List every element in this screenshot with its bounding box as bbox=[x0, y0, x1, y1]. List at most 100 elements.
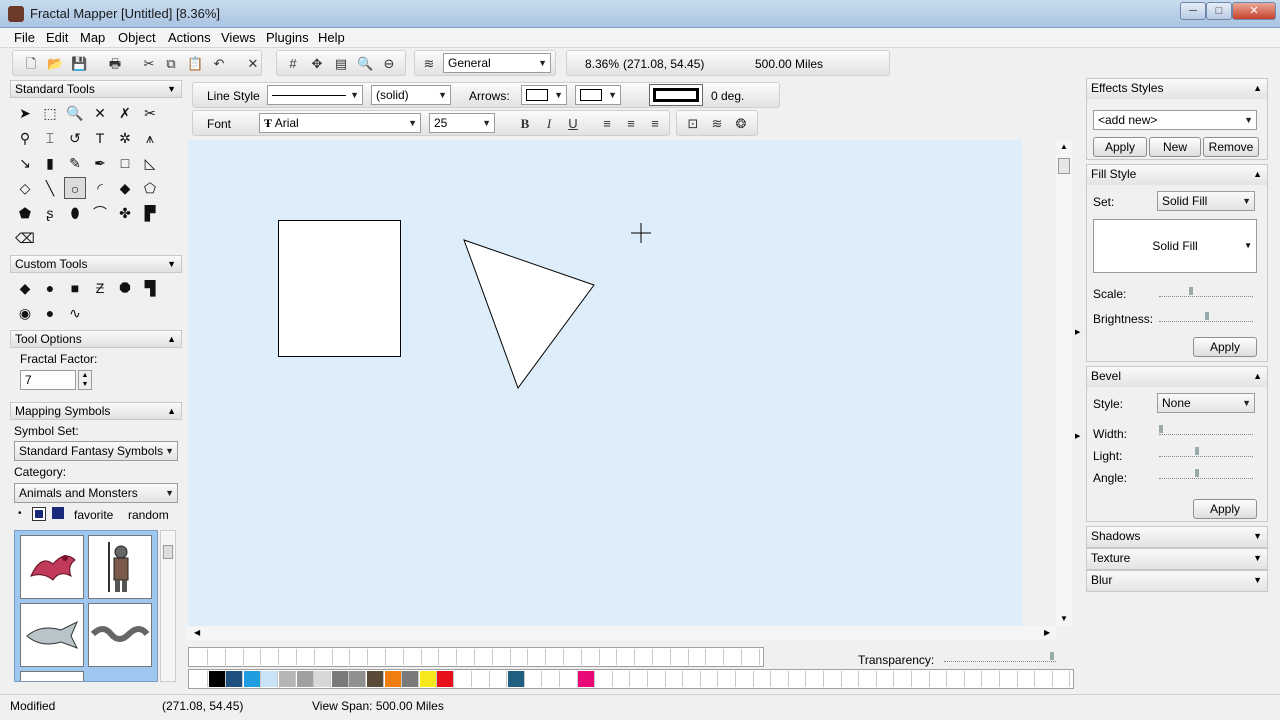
color-swatch[interactable] bbox=[595, 671, 613, 687]
canvas-vertical-scrollbar[interactable]: ▲ ▼ bbox=[1056, 140, 1072, 626]
marquee-tool[interactable]: ⬚ bbox=[39, 102, 61, 124]
texture-header[interactable]: Texture ▼ bbox=[1087, 549, 1267, 569]
color-swatch[interactable] bbox=[666, 671, 684, 687]
fill-set-select[interactable]: Solid Fill ▼ bbox=[1157, 191, 1255, 211]
back-icon[interactable]: ⊖ bbox=[381, 56, 397, 72]
copy-icon[interactable]: ⧉ bbox=[163, 56, 179, 72]
custom-palette-row[interactable] bbox=[188, 647, 764, 667]
eraser-tool[interactable]: ⌫ bbox=[14, 227, 36, 249]
symbol-gallery-scrollbar[interactable] bbox=[160, 530, 176, 682]
custom-color-swatch[interactable] bbox=[297, 649, 315, 665]
color-swatch[interactable] bbox=[771, 671, 789, 687]
symbol-partial[interactable] bbox=[20, 671, 84, 681]
custom-wall-tool[interactable]: ▜ bbox=[139, 277, 161, 299]
zoom-icon[interactable]: 🔍 bbox=[357, 56, 373, 72]
color-swatch[interactable] bbox=[912, 671, 930, 687]
page-icon[interactable]: ▤ bbox=[333, 56, 349, 72]
color-swatch[interactable] bbox=[1018, 671, 1036, 687]
color-swatch[interactable] bbox=[736, 671, 754, 687]
text-path-icon[interactable]: ⊡ bbox=[685, 116, 701, 132]
large-symbol-view-icon[interactable] bbox=[52, 507, 64, 519]
symbol-knight[interactable] bbox=[88, 535, 152, 599]
custom-color-swatch[interactable] bbox=[333, 649, 351, 665]
color-swatch[interactable] bbox=[402, 671, 420, 687]
custom-color-swatch[interactable] bbox=[262, 649, 280, 665]
custom-color-swatch[interactable] bbox=[618, 649, 636, 665]
arc-tool[interactable]: ◜ bbox=[89, 177, 111, 199]
color-swatch[interactable] bbox=[296, 671, 314, 687]
close-button[interactable]: ✕ bbox=[1232, 2, 1276, 20]
color-swatch[interactable] bbox=[490, 671, 508, 687]
fractal-tool[interactable]: ✤ bbox=[114, 202, 136, 224]
open-folder-icon[interactable]: 📂 bbox=[47, 56, 63, 72]
menu-plugins[interactable]: Plugins bbox=[266, 30, 309, 45]
custom-color-swatch[interactable] bbox=[458, 649, 475, 665]
custom-zigzag-tool[interactable]: Ƶ bbox=[89, 277, 111, 299]
effects-apply-button[interactable]: Apply bbox=[1093, 137, 1147, 157]
custom-color-swatch[interactable] bbox=[208, 649, 226, 665]
bevel-width-slider[interactable] bbox=[1159, 425, 1253, 435]
custom-color-swatch[interactable] bbox=[404, 649, 422, 665]
font-size-select[interactable]: 25 ▼ bbox=[429, 113, 495, 133]
custom-color-swatch[interactable] bbox=[547, 649, 564, 665]
measure-tool[interactable]: ⌶ bbox=[39, 127, 61, 149]
effects-new-button[interactable]: New bbox=[1149, 137, 1201, 157]
fill-scale-slider[interactable] bbox=[1159, 287, 1253, 297]
menu-help[interactable]: Help bbox=[318, 30, 345, 45]
expand-right-panel-icon[interactable]: ▶ bbox=[1075, 432, 1080, 440]
custom-color-swatch[interactable] bbox=[386, 649, 404, 665]
color-swatch[interactable] bbox=[807, 671, 824, 687]
bevel-angle-slider[interactable] bbox=[1159, 469, 1253, 479]
color-swatch[interactable] bbox=[648, 671, 666, 687]
color-swatch[interactable] bbox=[314, 671, 332, 687]
curve-tool[interactable]: ʂ bbox=[39, 202, 61, 224]
line-width-select[interactable]: ▼ bbox=[267, 85, 363, 105]
canvas-horizontal-scrollbar[interactable]: ◀ ▶ bbox=[186, 626, 1056, 640]
custom-color-swatch[interactable] bbox=[742, 649, 760, 665]
polygon-tool[interactable]: ⬠ bbox=[139, 177, 161, 199]
color-palette-row[interactable] bbox=[188, 669, 1074, 689]
select-arrow-tool[interactable]: ➤ bbox=[14, 102, 36, 124]
mapping-symbols-header[interactable]: Mapping Symbols ▲ bbox=[10, 402, 182, 420]
symbol-serpent[interactable] bbox=[88, 603, 152, 667]
custom-color-swatch[interactable] bbox=[671, 649, 689, 665]
vertical-scroll-thumb[interactable] bbox=[1058, 158, 1070, 174]
pen-tool[interactable]: ✒ bbox=[89, 152, 111, 174]
custom-color-swatch[interactable] bbox=[582, 649, 600, 665]
circle-tool[interactable]: ○ bbox=[64, 177, 86, 199]
color-swatch[interactable] bbox=[824, 671, 842, 687]
custom-color-swatch[interactable] bbox=[422, 649, 440, 665]
collapse-right-panel-icon[interactable]: ▶ bbox=[1075, 328, 1080, 336]
save-icon[interactable]: 💾 bbox=[71, 56, 87, 72]
color-swatch[interactable] bbox=[701, 671, 719, 687]
custom-color-swatch[interactable] bbox=[707, 649, 725, 665]
grid-icon[interactable]: # bbox=[285, 56, 301, 72]
custom-color-swatch[interactable] bbox=[244, 649, 262, 665]
scroll-up-icon[interactable]: ▲ bbox=[1060, 142, 1068, 151]
diamond-tool[interactable]: ◇ bbox=[14, 177, 36, 199]
tree-tool[interactable]: ⩚ bbox=[139, 127, 161, 149]
align-left-icon[interactable]: ≡ bbox=[599, 116, 615, 132]
custom-color-swatch[interactable] bbox=[511, 649, 529, 665]
color-swatch[interactable] bbox=[1000, 671, 1018, 687]
custom-color-swatch[interactable] bbox=[636, 649, 653, 665]
wall-tool[interactable]: ▛ bbox=[139, 202, 161, 224]
paste-icon[interactable]: 📋 bbox=[187, 56, 203, 72]
custom-color-swatch[interactable] bbox=[493, 649, 511, 665]
texture-section[interactable]: Texture ▼ bbox=[1086, 548, 1268, 570]
custom-color-swatch[interactable] bbox=[564, 649, 582, 665]
color-swatch[interactable] bbox=[243, 671, 261, 687]
custom-square-tool[interactable]: ■ bbox=[64, 277, 86, 299]
custom-color-swatch[interactable] bbox=[369, 649, 386, 665]
menu-object[interactable]: Object bbox=[118, 30, 156, 45]
color-swatch[interactable] bbox=[930, 671, 948, 687]
symbol-set-select[interactable]: Standard Fantasy Symbols ▼ bbox=[14, 441, 178, 461]
symbol-dragon[interactable] bbox=[20, 535, 84, 599]
connector-tool[interactable]: ↘ bbox=[14, 152, 36, 174]
maximize-button[interactable]: □ bbox=[1206, 2, 1232, 20]
new-file-icon[interactable]: 🗋 bbox=[23, 56, 39, 72]
menu-views[interactable]: Views bbox=[221, 30, 255, 45]
color-swatch[interactable] bbox=[1053, 671, 1071, 687]
fractal-factor-stepper[interactable]: ▲ ▼ bbox=[78, 370, 92, 390]
text-layers-icon[interactable]: ≋ bbox=[709, 116, 725, 132]
